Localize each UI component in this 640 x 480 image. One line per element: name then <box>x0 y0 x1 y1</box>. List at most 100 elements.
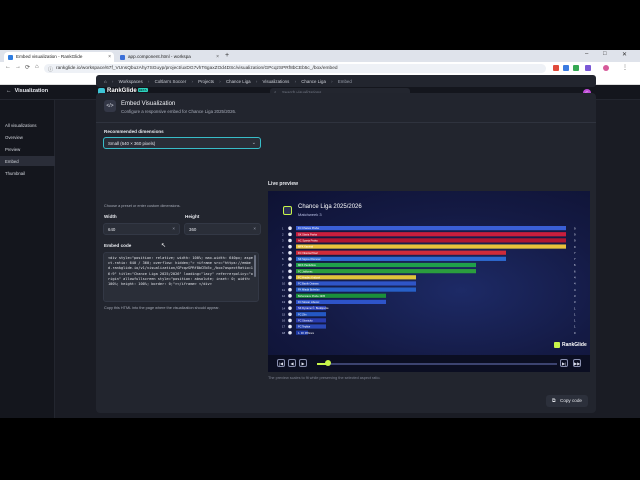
clear-icon[interactable]: × <box>253 226 256 231</box>
team-label: FC Slovácko <box>298 318 313 322</box>
rank-label: 15 <box>282 312 286 316</box>
reload-icon[interactable]: ⟳ <box>25 64 30 71</box>
last-frame-button[interactable]: ▶▶ <box>573 359 581 367</box>
team-crest-icon <box>288 238 292 243</box>
breadcrumb-item[interactable]: Coltlan's Soccer <box>155 79 187 84</box>
browser-tab-editor[interactable]: app.component.html - workspa × <box>116 52 222 62</box>
rank-label: 6 <box>282 257 284 261</box>
extension-icon[interactable] <box>553 65 559 71</box>
value-label: 6 <box>574 269 576 273</box>
team-crest-icon <box>288 263 292 267</box>
breadcrumb-current: Embed <box>337 79 352 84</box>
forward-icon[interactable]: → <box>15 64 21 70</box>
team-crest-icon <box>288 306 292 310</box>
section-title[interactable]: ← Visualization <box>6 88 48 94</box>
embed-code-label: Embed code <box>104 243 132 248</box>
breadcrumb-item[interactable]: Chance Liga <box>226 79 251 84</box>
value-label: 1 <box>574 306 576 310</box>
clear-icon[interactable]: × <box>172 226 175 231</box>
team-label: SK Dynamo Č. Budějovice <box>298 305 329 310</box>
breadcrumb-item[interactable]: Chance Liga <box>301 79 326 84</box>
minimize-button[interactable]: – <box>585 51 588 57</box>
team-crest-icon <box>288 232 292 237</box>
top-letterbox <box>0 0 640 50</box>
bar <box>296 244 566 249</box>
breadcrumb-item[interactable]: Workspaces <box>119 79 143 84</box>
team-label: FC Zlín <box>298 312 307 316</box>
profile-avatar-icon[interactable] <box>603 65 609 71</box>
bar <box>296 256 506 261</box>
site-info-icon[interactable]: ⓘ <box>48 66 53 73</box>
back-arrow-icon[interactable]: ← <box>6 88 12 94</box>
width-field[interactable]: 640 × <box>103 223 180 235</box>
embed-code-textarea[interactable]: <div style="position: relative; width: 1… <box>103 252 259 302</box>
sidebar-item-preview[interactable]: Preview <box>0 144 55 154</box>
tab-title: Embed visualization - RankGlide <box>16 54 83 59</box>
copy-code-button[interactable]: ⧉ Copy code <box>546 395 588 407</box>
team-crest-icon <box>288 294 292 298</box>
scrollbar[interactable] <box>254 255 256 277</box>
close-window-button[interactable]: ✕ <box>622 51 627 58</box>
sidebar-item-overview[interactable]: Overview <box>0 132 55 142</box>
rank-label: 18 <box>282 331 286 335</box>
team-crest-icon <box>288 318 292 323</box>
value-label: 1 <box>574 325 576 329</box>
browser-tab-embed[interactable]: Embed visualization - RankGlide × <box>4 52 114 62</box>
home-icon[interactable]: ⌂ <box>104 79 107 84</box>
rank-label: 11 <box>282 288 285 292</box>
team-label: MFK Karviná <box>298 245 314 249</box>
copy-icon: ⧉ <box>552 397 556 404</box>
dimensions-value: Small (640 × 360 pixels) <box>108 141 156 146</box>
value-label: 1 <box>574 312 576 316</box>
rank-label: 3 <box>282 239 284 243</box>
height-field[interactable]: 360 × <box>184 223 261 235</box>
dimensions-select[interactable]: Small (640 × 360 pixels) ⌄ <box>103 137 261 149</box>
back-icon[interactable]: ← <box>5 64 11 70</box>
breadcrumb-item[interactable]: Projects <box>198 79 214 84</box>
menu-icon[interactable]: ⋮ <box>622 64 628 71</box>
value-label: 6 <box>574 263 576 267</box>
rank-label: 4 <box>282 245 284 249</box>
value-label: 3 <box>574 294 576 298</box>
team-label: SK Slavia Praha <box>298 232 317 236</box>
value-label: 4 <box>574 288 576 292</box>
bottom-letterbox <box>0 418 640 480</box>
value-label: 7 <box>574 257 576 261</box>
team-crest-icon <box>288 226 292 230</box>
extension-icon[interactable] <box>563 65 569 71</box>
rank-label: 8 <box>282 269 284 273</box>
embed-code-help: Copy this HTML into the page where the v… <box>104 306 220 310</box>
sidebar-item-embed[interactable]: Embed <box>0 156 55 166</box>
close-icon[interactable]: × <box>108 54 111 60</box>
new-tab-button[interactable]: + <box>225 52 229 59</box>
play-button[interactable]: ▶ <box>299 359 307 367</box>
rank-label: 1 <box>282 226 284 230</box>
first-frame-button[interactable]: |◀ <box>277 359 285 367</box>
sidebar-item-thumbnail[interactable]: Thumbnail <box>0 168 55 178</box>
breadcrumb-item[interactable]: Visualizations <box>263 79 290 84</box>
address-bar[interactable]: ⓘ rankglide.io/workspace/67f_VUnsQbuzAhy… <box>44 64 546 73</box>
ranking-bar-chart: 1 FC Chance Praha 9 2 SK Slavia Praha 9 3 AC Sp… <box>282 226 576 335</box>
bar <box>296 232 566 237</box>
sidebar-item-all-visualizations[interactable]: All visualizations <box>0 120 55 130</box>
sidebar: All visualizations Overview Preview Embe… <box>0 100 55 418</box>
preview-scale-note: The preview scales to fit while preservi… <box>268 376 381 380</box>
next-frame-button[interactable]: ▶| <box>560 359 568 367</box>
home-icon[interactable]: ⌂ <box>35 64 39 70</box>
timeline-handle[interactable] <box>325 360 331 366</box>
divider <box>96 122 596 123</box>
bar <box>296 250 506 255</box>
team-crest-icon <box>288 281 292 286</box>
team-crest-icon <box>288 275 292 280</box>
maximize-button[interactable]: □ <box>603 51 607 57</box>
extension-icon[interactable] <box>585 65 591 71</box>
extension-icon[interactable] <box>573 65 579 71</box>
close-icon[interactable]: × <box>216 54 219 60</box>
value-label: 1 <box>574 319 576 323</box>
width-label: Width <box>104 214 117 219</box>
team-label: FC Jablonec <box>298 269 313 273</box>
team-crest-icon <box>288 300 292 304</box>
prev-frame-button[interactable]: ◀ <box>288 359 296 367</box>
breadcrumb: ⌂ › Workspaces › Coltlan's Soccer › Proj… <box>96 75 596 87</box>
timeline-track[interactable] <box>317 363 557 365</box>
